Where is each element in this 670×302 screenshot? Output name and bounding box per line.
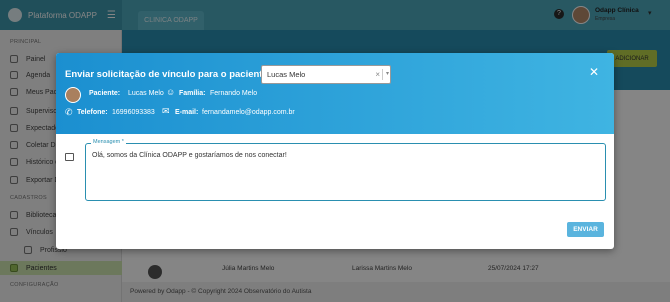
email-label: E-mail: (175, 109, 199, 116)
patient-select-value: Lucas Melo (267, 70, 306, 79)
phone-value: 16996093383 (112, 109, 155, 116)
clear-icon[interactable]: × (375, 66, 380, 83)
patient-avatar (65, 87, 81, 103)
patient-label: Paciente: (89, 90, 121, 97)
phone-icon: ✆ (65, 107, 73, 117)
family-value: Fernando Melo (210, 90, 258, 97)
patient-value: Lucas Melo (128, 90, 164, 97)
modal-header: Enviar solicitação de vínculo para o pac… (56, 53, 614, 134)
email-icon: ✉ (162, 106, 170, 116)
message-icon (65, 153, 74, 161)
phone-label: Telefone: (77, 109, 108, 116)
send-button[interactable]: ENVIAR (567, 222, 604, 237)
close-icon[interactable]: ✕ (589, 65, 599, 79)
select-separator (382, 69, 383, 80)
message-text[interactable]: Olá, somos da Clínica ODAPP e gostaríamo… (92, 152, 287, 159)
message-label: Mensagem * (91, 139, 126, 145)
chevron-down-icon[interactable]: ▾ (386, 66, 389, 83)
family-icon: ☺ (166, 87, 176, 97)
email-value: fernandamelo@odapp.com.br (202, 109, 295, 116)
patient-select[interactable]: Lucas Melo × ▾ (261, 65, 391, 84)
link-request-modal: Enviar solicitação de vínculo para o pac… (56, 53, 614, 249)
family-label: Família: (179, 90, 206, 97)
modal-title: Enviar solicitação de vínculo para o pac… (65, 69, 271, 80)
